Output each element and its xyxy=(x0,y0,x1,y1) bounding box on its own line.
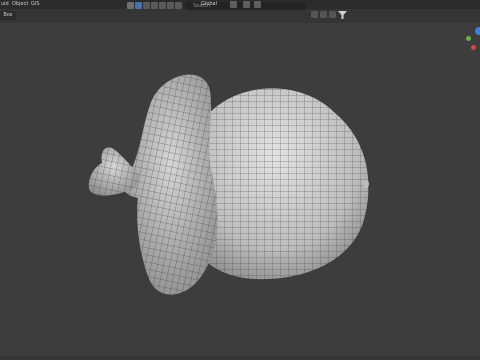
transform-orientation-label: Global xyxy=(201,1,217,7)
wire-mode-icon[interactable] xyxy=(143,2,150,9)
pivot-icon[interactable] xyxy=(230,1,237,8)
overlay-icon[interactable] xyxy=(175,2,182,9)
view-mode-icon[interactable] xyxy=(135,2,142,9)
select-mode-dropdown[interactable]: Box xyxy=(0,11,16,20)
3d-viewport[interactable] xyxy=(0,23,480,360)
status-bar xyxy=(0,356,480,360)
edge-mode-icon[interactable] xyxy=(159,2,166,9)
filter-icon[interactable] xyxy=(338,11,347,19)
acorn-body[interactable] xyxy=(200,88,369,280)
face-mode-icon[interactable] xyxy=(151,2,158,9)
visibility-icon[interactable] xyxy=(311,11,318,18)
select-icon[interactable] xyxy=(127,2,134,9)
proportional-edit-icon[interactable] xyxy=(254,1,261,8)
transform-orientation-dropdown[interactable]: Global xyxy=(198,0,220,9)
menu-item-uid[interactable]: uid xyxy=(1,0,9,9)
menu-item-gis[interactable]: GIS xyxy=(31,0,40,9)
acorn-stem[interactable] xyxy=(88,147,139,196)
render-icon[interactable] xyxy=(329,11,336,18)
menu-item-object[interactable]: Object xyxy=(12,0,28,9)
select-mode-label: Box xyxy=(3,12,13,18)
viewport-header: Box xyxy=(0,9,480,23)
acorn-cap[interactable] xyxy=(124,74,218,295)
snap-icon[interactable] xyxy=(243,1,250,8)
vertex-mode-icon[interactable] xyxy=(167,2,174,9)
display-icon[interactable] xyxy=(320,11,327,18)
